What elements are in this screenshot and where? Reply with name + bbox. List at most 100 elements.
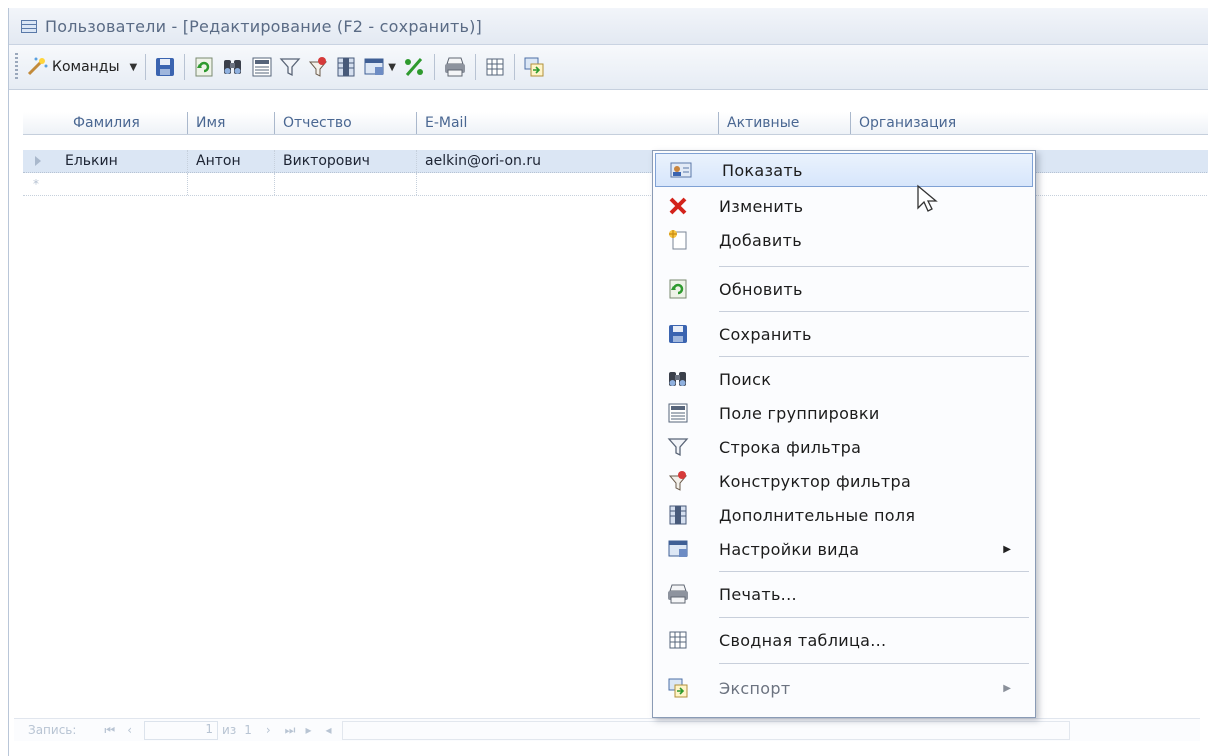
- refresh-icon: [669, 279, 687, 299]
- toolbar-grip[interactable]: [15, 53, 18, 81]
- pivot-table-button[interactable]: [484, 52, 506, 82]
- filter-builder-icon: [668, 471, 688, 491]
- menu-item-print[interactable]: Печать...: [653, 577, 1035, 611]
- pivot-table-icon: [486, 58, 504, 76]
- menu-item-label: Строка фильтра: [719, 437, 862, 457]
- menu-item-view-settings[interactable]: Настройки вида ▶: [653, 532, 1035, 566]
- column-chooser-button[interactable]: [335, 52, 357, 82]
- menu-item-add[interactable]: Добавить: [653, 223, 1035, 257]
- menu-item-label: Изменить: [719, 196, 804, 216]
- view-settings-icon: [668, 540, 688, 557]
- binoculars-icon: [669, 372, 686, 386]
- prev-record-icon[interactable]: ‹: [127, 723, 132, 737]
- first-record-icon[interactable]: ⏮: [104, 723, 115, 738]
- menu-separator: [719, 663, 1029, 664]
- submenu-arrow-icon: ▶: [1003, 682, 1011, 694]
- new-cell[interactable]: [57, 173, 187, 195]
- menu-item-label: Настройки вида: [719, 539, 860, 559]
- floppy-disk-icon: [156, 58, 175, 76]
- menu-item-filter-builder[interactable]: Конструктор фильтра: [653, 464, 1035, 498]
- menu-item-group-panel[interactable]: Поле группировки: [653, 396, 1035, 430]
- export-icon: [524, 57, 544, 77]
- menu-item-label: Обновить: [719, 279, 803, 299]
- new-cell[interactable]: [274, 173, 416, 195]
- column-header-middle-name[interactable]: Отчество: [274, 112, 416, 134]
- toolbar-separator: [145, 54, 147, 80]
- record-label: Запись:: [28, 723, 77, 737]
- refresh-button[interactable]: [193, 52, 215, 82]
- column-chooser-icon: [337, 57, 355, 77]
- menu-separator: [719, 266, 1029, 267]
- view-settings-icon: [364, 58, 384, 75]
- menu-item-refresh[interactable]: Обновить: [653, 272, 1035, 306]
- search-button[interactable]: [221, 52, 245, 82]
- wand-icon: [27, 57, 48, 76]
- chevron-down-icon: ▼: [129, 61, 138, 73]
- record-navigator: Запись: ⏮ ‹ 1 из 1 › ⏭ ▸ ◂: [14, 718, 1200, 741]
- menu-item-show[interactable]: Показать: [655, 153, 1033, 187]
- last-record-icon[interactable]: ⏭: [285, 723, 296, 738]
- horizontal-scrollbar[interactable]: [341, 720, 1070, 740]
- scroll-left-icon[interactable]: ◂: [326, 723, 332, 737]
- view-settings-button[interactable]: ▼: [363, 52, 396, 82]
- menu-item-label: Конструктор фильтра: [719, 471, 912, 491]
- printer-icon: [668, 584, 688, 604]
- menu-item-label: Экспорт: [719, 678, 791, 698]
- menu-item-label: Сводная таблица...: [719, 630, 887, 650]
- binoculars-icon: [224, 60, 242, 74]
- filter-builder-button[interactable]: [307, 52, 329, 82]
- menu-item-search[interactable]: Поиск: [653, 362, 1035, 396]
- group-panel-button[interactable]: [251, 52, 273, 82]
- show-card-icon: [670, 162, 692, 178]
- pivot-table-icon: [669, 631, 687, 649]
- new-cell[interactable]: [187, 173, 274, 195]
- next-record-icon[interactable]: ›: [266, 723, 271, 737]
- filter-row-button[interactable]: [279, 52, 301, 82]
- window-title: Пользователи - [Редактирование (F2 - сох…: [45, 16, 482, 36]
- menu-item-label: Показать: [722, 160, 803, 180]
- title-bar: Пользователи - [Редактирование (F2 - сох…: [9, 8, 1208, 45]
- mouse-cursor-icon: [917, 184, 938, 212]
- new-document-icon: [669, 230, 687, 250]
- group-panel-icon: [252, 57, 272, 77]
- funnel-icon: [279, 58, 301, 77]
- menu-item-edit[interactable]: Изменить: [653, 189, 1035, 223]
- commands-menu-button[interactable]: Команды ▼: [26, 52, 137, 82]
- floppy-disk-icon: [669, 325, 687, 343]
- menu-item-pivot-table[interactable]: Сводная таблица...: [653, 623, 1035, 657]
- table-window-icon: [21, 19, 37, 33]
- record-position-field[interactable]: 1: [144, 720, 219, 740]
- filter-builder-icon: [309, 57, 328, 77]
- column-header-organization[interactable]: Организация: [850, 112, 1208, 134]
- cell-last-name[interactable]: Елькин: [57, 150, 187, 172]
- menu-item-save[interactable]: Сохранить: [653, 317, 1035, 351]
- context-menu: Показать Изменить Добавить Обновить Сохр…: [652, 150, 1036, 718]
- percent-icon: [404, 58, 423, 76]
- export-button[interactable]: [523, 52, 545, 82]
- group-panel-icon: [668, 403, 688, 423]
- menu-item-extra-fields[interactable]: Дополнительные поля: [653, 498, 1035, 532]
- submenu-arrow-icon: ▶: [1003, 543, 1011, 555]
- cell-middle-name[interactable]: Викторович: [274, 150, 416, 172]
- save-button[interactable]: [154, 52, 176, 82]
- column-header-email[interactable]: E-Mail: [416, 112, 718, 134]
- column-header-first-name[interactable]: Имя: [187, 112, 274, 134]
- menu-item-filter-row[interactable]: Строка фильтра: [653, 430, 1035, 464]
- column-header-last-name[interactable]: Фамилия: [57, 112, 187, 134]
- toolbar-separator: [184, 54, 186, 80]
- menu-item-label: Сохранить: [719, 324, 812, 344]
- chevron-down-icon: ▼: [388, 61, 396, 73]
- current-row-arrow-icon: [35, 156, 41, 166]
- toolbar: Команды ▼ ▼: [9, 45, 1208, 90]
- menu-item-export[interactable]: Экспорт ▶: [653, 671, 1035, 705]
- next-page-icon[interactable]: ▸: [305, 723, 311, 737]
- menu-separator: [719, 617, 1029, 618]
- row-indicator[interactable]: [23, 150, 57, 172]
- menu-item-label: Дополнительные поля: [719, 505, 916, 525]
- percent-button[interactable]: [402, 52, 426, 82]
- toolbar-separator: [513, 54, 515, 80]
- print-button[interactable]: [443, 52, 467, 82]
- column-header-active[interactable]: Активные: [718, 112, 850, 134]
- toolbar-separator: [474, 54, 476, 80]
- cell-first-name[interactable]: Антон: [187, 150, 274, 172]
